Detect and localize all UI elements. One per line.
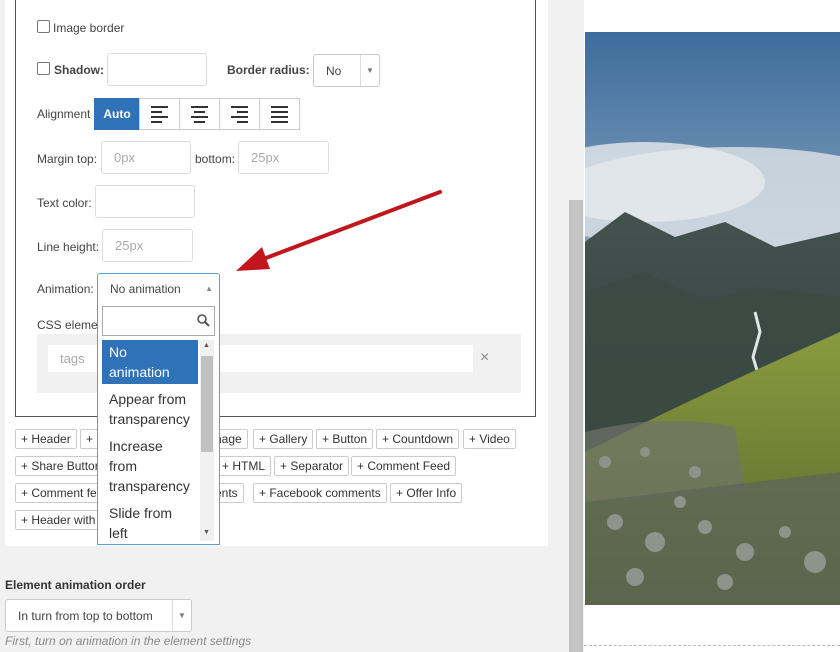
margin-bottom-input[interactable]: 25px [238, 141, 329, 174]
alignment-label: Alignment [37, 107, 91, 121]
option-text: Increase [109, 438, 163, 454]
image-border-label: Image border [53, 21, 125, 35]
animation-select[interactable]: No animation ▲ [97, 273, 220, 305]
line-height-label: Line height: [37, 240, 100, 254]
option-text: transparency [109, 478, 190, 494]
animation-order-label: Element animation order [5, 578, 146, 592]
option-text: Slide from [109, 505, 173, 521]
option-text: No [109, 344, 127, 360]
shadow-input[interactable] [107, 53, 207, 86]
line-height-input[interactable]: 25px [102, 229, 193, 262]
shadow-label: Shadow: [54, 63, 104, 77]
scrollbar-thumb[interactable] [201, 356, 213, 452]
add-button-button[interactable]: + Button [316, 429, 374, 449]
animation-order-hint: First, turn on animation in the element … [5, 634, 252, 648]
preview-divider [584, 645, 840, 646]
image-border-checkbox[interactable] [37, 20, 50, 33]
align-justify-button[interactable] [259, 98, 300, 130]
align-justify-icon [271, 105, 288, 123]
clear-tags-icon[interactable]: × [480, 349, 489, 367]
landscape-image [585, 32, 840, 605]
add-video-button[interactable]: + Video [463, 429, 516, 449]
animation-option-increase-from-transparency[interactable]: Increase from transparency [102, 434, 198, 498]
border-radius-label: Border radius: [227, 63, 310, 77]
add-offer-info-button[interactable]: + Offer Info [390, 483, 463, 503]
option-text: transparency [109, 411, 190, 427]
animation-option-appear-from-transparency[interactable]: Appear from transparency [102, 387, 198, 431]
add-header-button[interactable]: + Header [15, 429, 77, 449]
border-radius-select[interactable]: No ▼ [313, 54, 380, 87]
option-text: from [109, 458, 137, 474]
add-comment-feed-button[interactable]: + Comment Feed [351, 456, 457, 476]
chevron-down-icon: ▼ [360, 55, 379, 86]
add-comment-form-button[interactable]: + Comment fe [15, 483, 100, 503]
add-share-button[interactable]: + Share Button [15, 456, 100, 476]
bottom-label: bottom: [195, 152, 236, 166]
chevron-up-icon: ▲ [205, 284, 213, 293]
animation-order-value: In turn from top to bottom [18, 608, 153, 623]
margin-top-label: Margin top: [37, 152, 98, 166]
animation-value: No animation [110, 282, 181, 296]
mountain-photo [585, 32, 840, 605]
align-center-icon [191, 105, 208, 123]
css-element-label: CSS eleme [37, 318, 98, 332]
animation-label: Animation: [37, 282, 94, 296]
add-header-with-button[interactable]: + Header with [15, 510, 100, 530]
border-radius-value: No [326, 63, 342, 78]
shadow-checkbox[interactable] [37, 62, 50, 75]
add-facebook-comments-button[interactable]: + Facebook comments [253, 483, 387, 503]
dropdown-scrollbar[interactable]: ▲ ▼ [200, 340, 214, 541]
align-left-button[interactable] [139, 98, 180, 130]
animation-option-slide-from-left[interactable]: Slide from left [102, 501, 198, 541]
add-separator-button[interactable]: + Separator [274, 456, 350, 476]
panel-scrollbar-thumb[interactable] [569, 200, 583, 652]
add-html-button[interactable]: + HTML [216, 456, 272, 476]
add-countdown-button[interactable]: + Countdown [376, 429, 460, 449]
scroll-down-icon[interactable]: ▼ [203, 529, 210, 536]
animation-dropdown: No animation Appear from transparency In… [97, 304, 220, 545]
animation-order-select[interactable]: In turn from top to bottom ▼ [5, 599, 192, 632]
annotation-arrow-icon [236, 190, 442, 271]
margin-top-input[interactable]: 0px [101, 141, 191, 174]
align-right-icon [231, 105, 248, 123]
text-color-label: Text color: [37, 196, 92, 210]
align-left-icon [151, 105, 168, 123]
option-text: Appear from [109, 391, 187, 407]
align-auto-button[interactable]: Auto [94, 98, 140, 130]
chevron-down-icon: ▼ [172, 600, 191, 631]
add-gallery-button[interactable]: + Gallery [253, 429, 314, 449]
text-color-input[interactable] [95, 185, 195, 218]
option-text: left [109, 525, 128, 541]
align-center-button[interactable] [179, 98, 220, 130]
align-right-button[interactable] [219, 98, 260, 130]
search-icon [197, 314, 210, 327]
option-text: animation [109, 364, 170, 380]
scroll-up-icon[interactable]: ▲ [203, 342, 210, 349]
animation-option-no-animation[interactable]: No animation [102, 340, 198, 384]
